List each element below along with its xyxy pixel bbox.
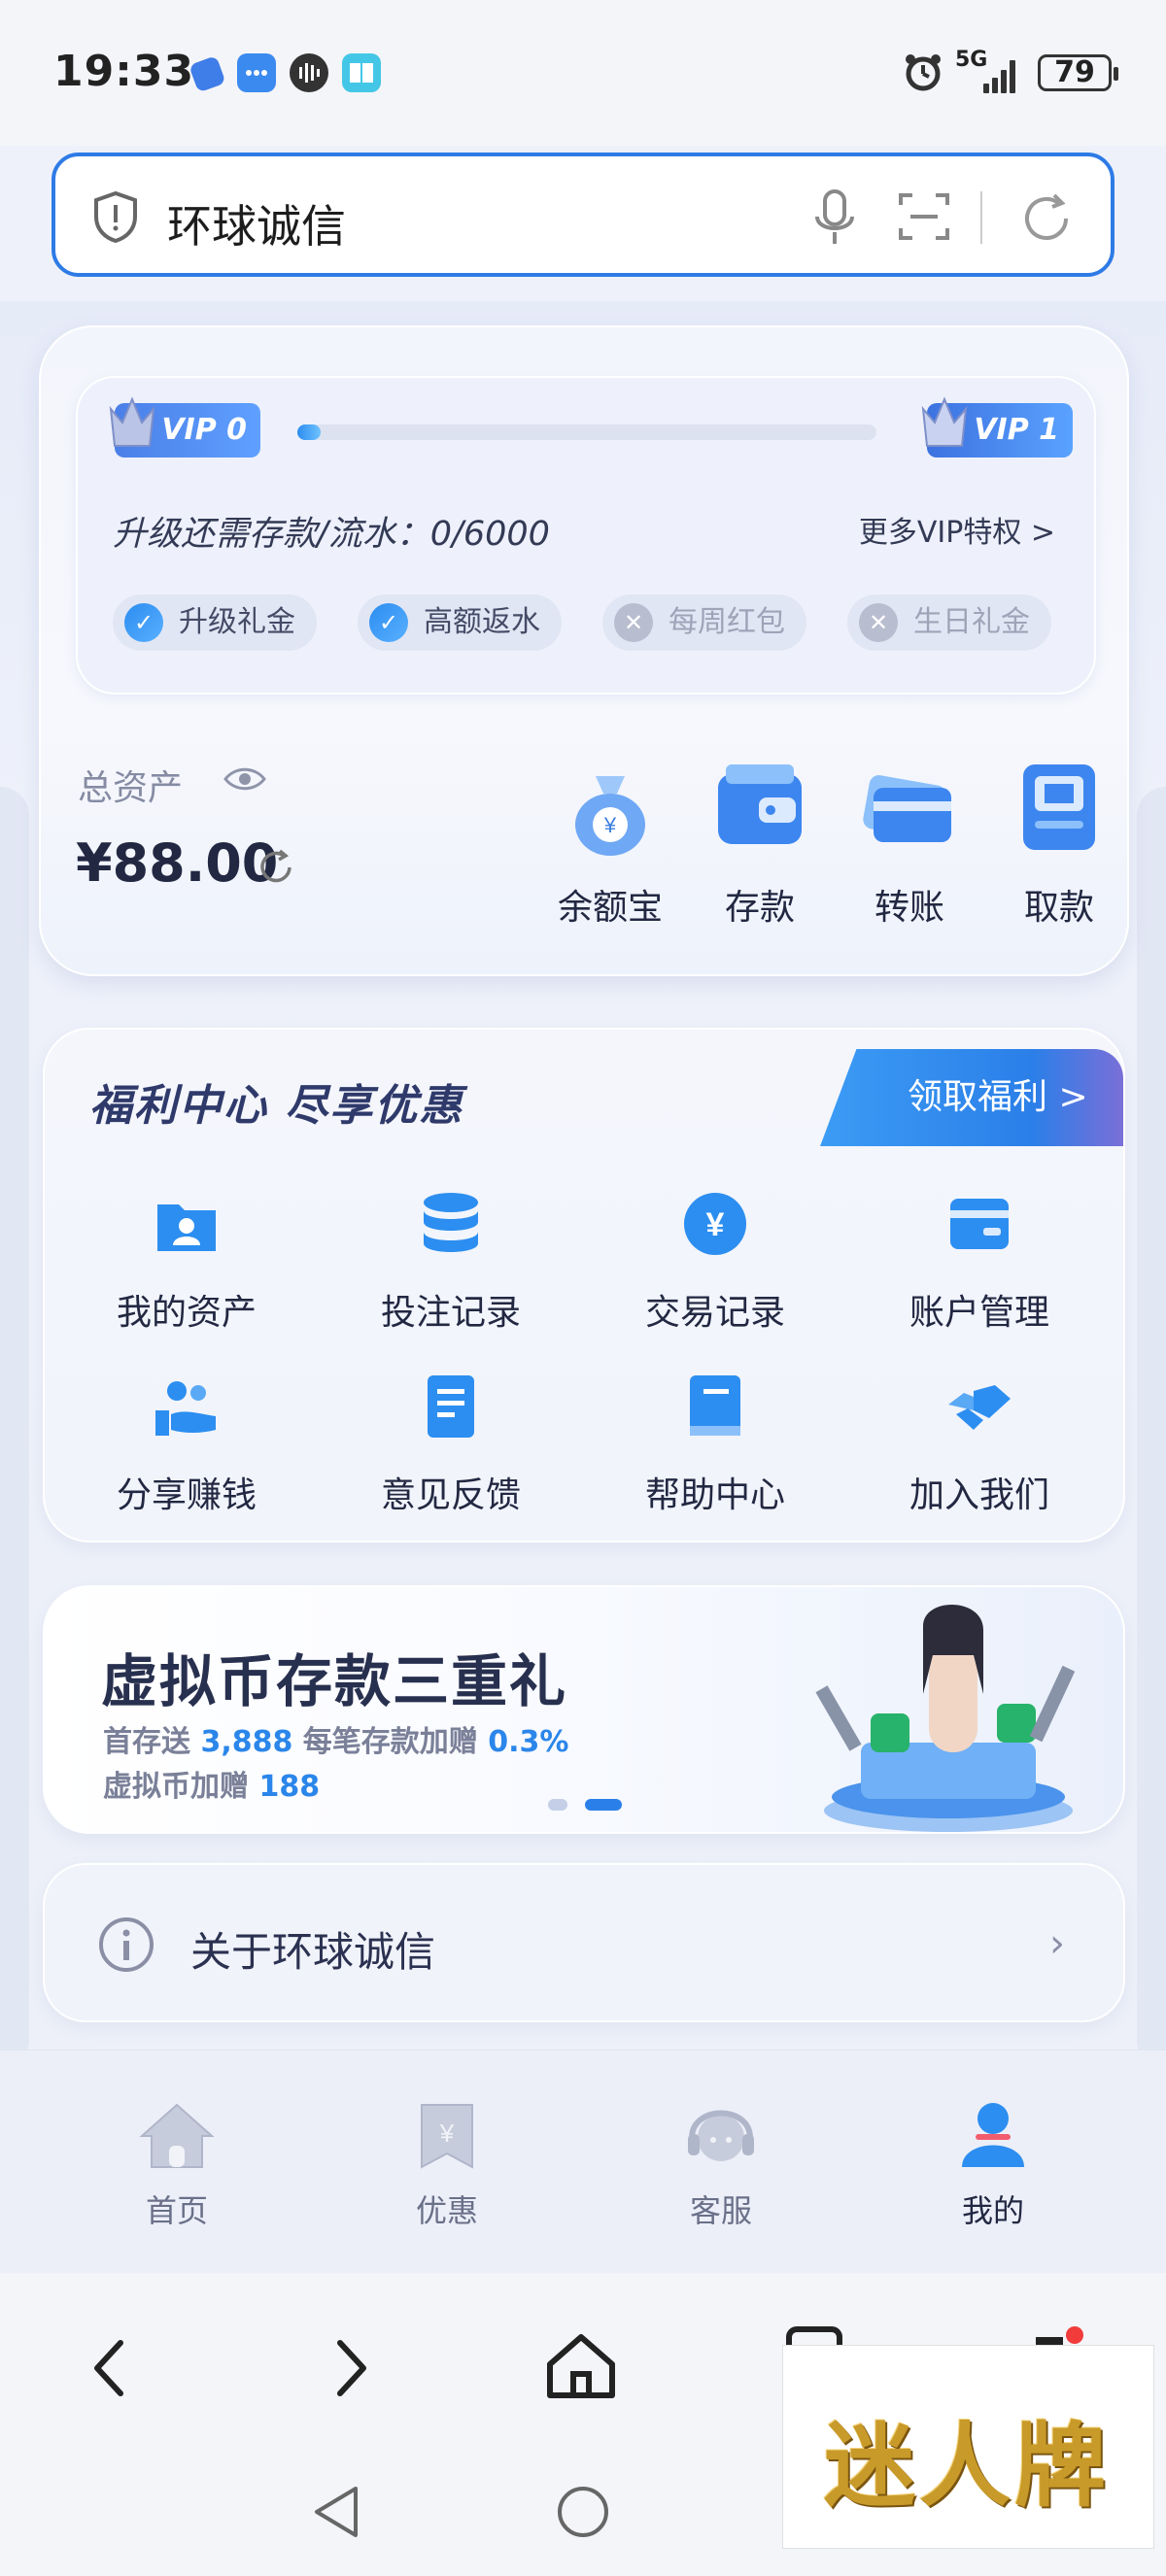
- welfare-center: 福利中心 尽享优惠 领取福利 > 我的资产 投注记录 ¥ 交易记录 账户管理 分…: [43, 1028, 1125, 1542]
- vip-next-label: VIP 1: [974, 413, 1059, 447]
- book-icon: [690, 1375, 740, 1436]
- message-app-icon: [237, 53, 276, 92]
- vip-progress-bar: [297, 424, 876, 440]
- home-icon[interactable]: [544, 2331, 618, 2401]
- battery-indicator: 79: [1038, 54, 1118, 91]
- home-icon: [139, 2103, 215, 2168]
- signal-icon: [981, 58, 1020, 93]
- total-assets-label: 总资产: [78, 768, 184, 808]
- user-icon: [962, 2103, 1024, 2167]
- menu-bet-records[interactable]: 投注记录: [334, 1189, 567, 1335]
- quick-withdraw[interactable]: 取款: [991, 755, 1127, 930]
- info-icon: [99, 1917, 154, 1972]
- banner-line-2: 虚拟币加赠 188: [103, 1770, 321, 1804]
- check-icon: ✓: [369, 603, 408, 642]
- about-row[interactable]: 关于环球诚信 ›: [43, 1863, 1125, 2022]
- banner-title: 虚拟币存款三重礼: [101, 1648, 568, 1714]
- back-icon[interactable]: [89, 2337, 128, 2399]
- database-icon: [424, 1193, 478, 1252]
- alarm-icon: [902, 51, 944, 97]
- forward-icon[interactable]: [332, 2337, 371, 2399]
- status-bar: 19:33 5G 79: [0, 0, 1166, 146]
- cross-icon: ✕: [614, 603, 653, 642]
- tab-offers[interactable]: ¥ 优惠: [379, 2099, 515, 2231]
- menu-help-center[interactable]: 帮助中心: [599, 1372, 832, 1517]
- shield-icon[interactable]: [90, 189, 141, 248]
- vip-next-badge: VIP 1: [921, 396, 1073, 458]
- quick-yuebao[interactable]: ¥ 余额宝: [542, 755, 678, 930]
- coupon-icon: ¥: [421, 2104, 473, 2169]
- handshake-icon: [948, 1385, 1011, 1430]
- tab-mine[interactable]: 我的: [925, 2099, 1061, 2231]
- person-folder-icon: [157, 1204, 216, 1251]
- about-label: 关于环球诚信: [190, 1928, 436, 1976]
- svg-text:¥: ¥: [439, 2118, 455, 2148]
- reader-app-icon: [342, 53, 381, 92]
- carousel-dot-2[interactable]: [585, 1799, 622, 1811]
- total-assets-amount: ¥88.00: [76, 832, 279, 894]
- address-bar[interactable]: 环球诚信: [51, 153, 1115, 277]
- vip-crown-icon: [921, 396, 968, 447]
- menu-transaction-records[interactable]: ¥ 交易记录: [599, 1189, 832, 1335]
- atm-icon: [1023, 764, 1095, 850]
- system-home-icon[interactable]: [554, 2483, 612, 2541]
- banner-line-1: 首存送 3,888 每笔存款加赠 0.3%: [103, 1725, 569, 1759]
- tab-customer-service[interactable]: 客服: [653, 2099, 789, 2231]
- wallet-icon: [718, 764, 802, 844]
- vip-crown-icon: [109, 396, 155, 447]
- claim-welfare-button[interactable]: 领取福利 >: [820, 1049, 1123, 1146]
- menu-join-us[interactable]: 加入我们: [863, 1372, 1096, 1517]
- account-card: VIP 0 VIP 1 升级还需存款/流水：0/6000 更多VIP特权 > ✓…: [39, 325, 1129, 976]
- address-divider: [980, 191, 982, 244]
- more-vip-link[interactable]: 更多VIP特权 >: [859, 508, 1055, 551]
- watermark-text: 迷人牌: [824, 2413, 1111, 2520]
- eye-icon[interactable]: [223, 764, 266, 794]
- watermark-logo: 迷人牌: [782, 2345, 1154, 2549]
- cross-icon: ✕: [859, 603, 898, 642]
- document-icon: [428, 1375, 474, 1438]
- bottom-tab-bar: 首页 ¥ 优惠 客服 我的: [0, 2050, 1166, 2273]
- status-time: 19:33: [53, 47, 195, 96]
- vip-progress-fill: [297, 424, 321, 440]
- promo-banner[interactable]: 虚拟币存款三重礼 首存送 3,888 每笔存款加赠 0.3% 虚拟币加赠 188: [43, 1585, 1125, 1834]
- privilege-high-rebate: ✓ 高额返水: [358, 594, 562, 651]
- headset-icon: [688, 2110, 754, 2161]
- privilege-birthday-gift: ✕ 生日礼金: [847, 594, 1051, 651]
- svg-text:¥: ¥: [603, 813, 617, 837]
- menu-share-earn[interactable]: 分享赚钱: [70, 1372, 303, 1517]
- carousel-dot-1[interactable]: [548, 1799, 567, 1811]
- menu-my-assets[interactable]: 我的资产: [70, 1189, 303, 1335]
- reload-icon[interactable]: [1017, 189, 1076, 252]
- menu-feedback[interactable]: 意见反馈: [334, 1372, 567, 1517]
- transfer-card-icon: [863, 775, 951, 842]
- vip-current-badge: VIP 0: [109, 396, 260, 458]
- main-content: VIP 0 VIP 1 升级还需存款/流水：0/6000 更多VIP特权 > ✓…: [0, 301, 1166, 2069]
- check-icon: ✓: [124, 603, 163, 642]
- quick-deposit[interactable]: 存款: [692, 755, 828, 930]
- money-bag-icon: ¥: [575, 776, 645, 856]
- chevron-right-icon: ›: [1049, 1921, 1065, 1966]
- vip-current-label: VIP 0: [161, 413, 247, 447]
- share-hand-icon: [155, 1381, 216, 1436]
- upgrade-requirement: 升级还需存款/流水：0/6000: [113, 515, 550, 554]
- tab-home[interactable]: 首页: [109, 2099, 245, 2231]
- menu-account-management[interactable]: 账户管理: [863, 1189, 1096, 1335]
- privilege-upgrade-gift: ✓ 升级礼金: [113, 594, 317, 651]
- audio-app-icon: [290, 53, 328, 92]
- svg-text:¥: ¥: [706, 1206, 725, 1243]
- address-text[interactable]: 环球诚信: [167, 191, 346, 255]
- microphone-icon[interactable]: [811, 189, 860, 252]
- promo-illustration: [815, 1604, 1076, 1832]
- privilege-weekly-redpacket: ✕ 每周红包: [602, 594, 806, 651]
- app-notification-icon: [189, 53, 227, 92]
- yen-coin-icon: ¥: [684, 1193, 746, 1255]
- refresh-icon[interactable]: [255, 846, 297, 889]
- vip-panel: VIP 0 VIP 1 升级还需存款/流水：0/6000 更多VIP特权 > ✓…: [76, 376, 1096, 695]
- scan-icon[interactable]: [897, 189, 951, 248]
- card-icon: [950, 1199, 1009, 1249]
- quick-transfer[interactable]: 转账: [841, 755, 977, 930]
- system-back-icon[interactable]: [309, 2483, 361, 2541]
- welfare-title: 福利中心 尽享优惠: [89, 1081, 464, 1131]
